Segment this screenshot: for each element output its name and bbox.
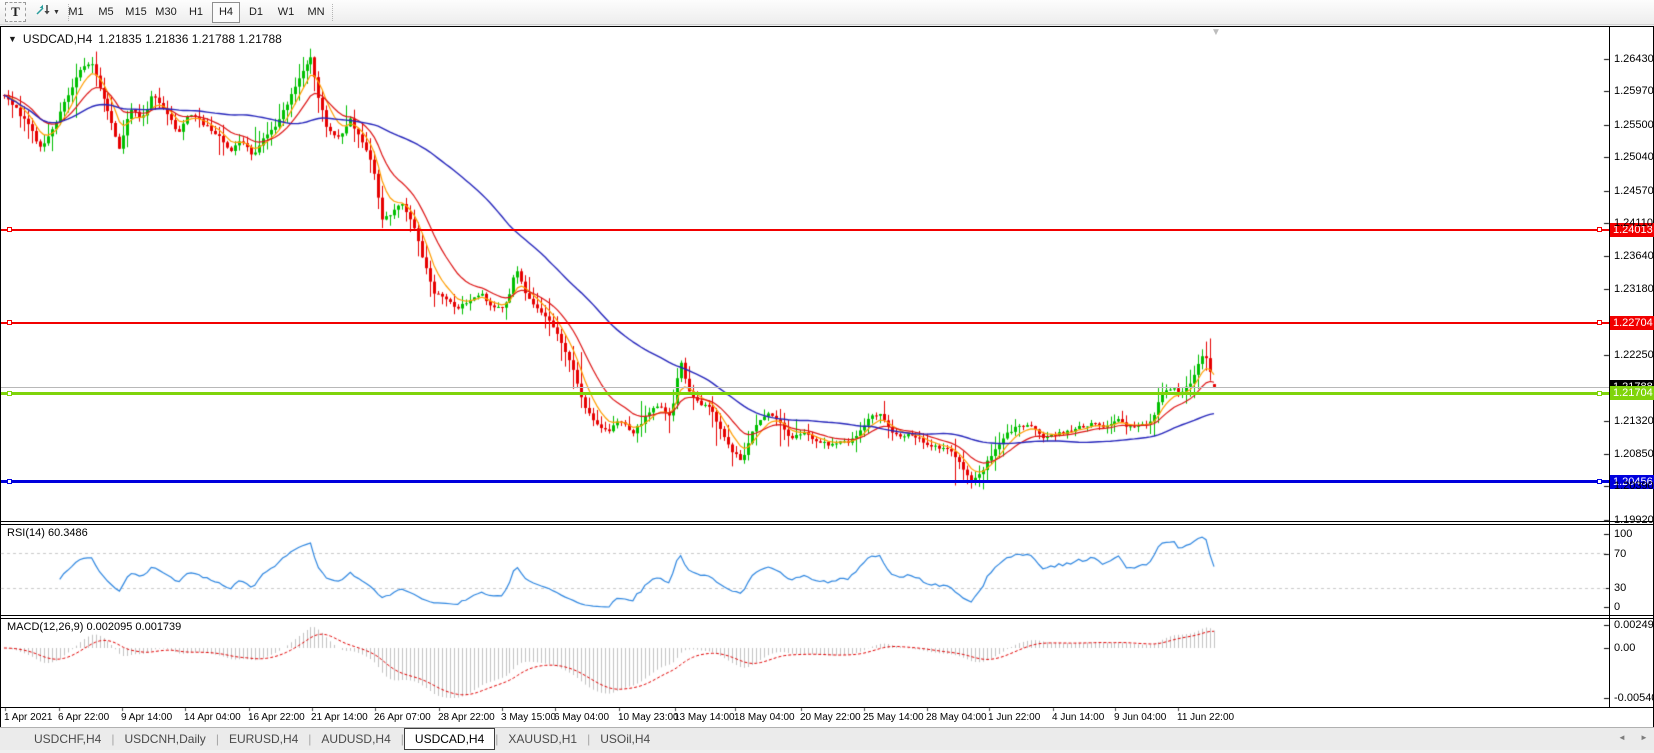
- arrows-icon: [35, 3, 50, 21]
- timeframe-button-mn[interactable]: MN: [302, 2, 330, 23]
- timeframe-button-h4[interactable]: H4: [212, 2, 240, 23]
- text-tool-button[interactable]: T: [5, 2, 26, 22]
- tab-usoil-h4[interactable]: USOil,H4: [590, 728, 660, 750]
- tab-scroll-right-icon[interactable]: ►: [1640, 733, 1648, 742]
- chart-title: ▼ USDCAD,H4 1.21835 1.21836 1.21788 1.21…: [8, 32, 282, 46]
- timeframe-button-m30[interactable]: M30: [152, 2, 180, 23]
- tab-scroll-left-icon[interactable]: ◄: [1618, 733, 1626, 742]
- chart-menu-icon[interactable]: ▼: [8, 34, 17, 44]
- timeframe-button-w1[interactable]: W1: [272, 2, 300, 23]
- arrows-tool-button[interactable]: ▼: [31, 2, 64, 22]
- tab-usdchf-h4[interactable]: USDCHF,H4: [24, 728, 111, 750]
- timeframe-button-h1[interactable]: H1: [182, 2, 210, 23]
- chevron-down-icon: ▼: [53, 9, 60, 16]
- chart-symbol-period: USDCAD,H4: [23, 32, 92, 46]
- macd-indicator-label: MACD(12,26,9) 0.002095 0.001739: [7, 621, 181, 633]
- rsi-indicator-label: RSI(14) 60.3486: [7, 527, 88, 539]
- price-axis[interactable]: [1609, 26, 1654, 708]
- timeframe-button-m1[interactable]: M1: [62, 2, 90, 23]
- tab-usdcad-h4[interactable]: USDCAD,H4: [404, 728, 495, 750]
- chart-tab-bar: USDCHF,H4|USDCNH,Daily|EURUSD,H4|AUDUSD,…: [0, 727, 1654, 750]
- chart-canvas[interactable]: [0, 26, 1654, 716]
- timeframe-button-d1[interactable]: D1: [242, 2, 270, 23]
- timeframe-button-m15[interactable]: M15: [122, 2, 150, 23]
- timeframe-button-m5[interactable]: M5: [92, 2, 120, 23]
- tab-eurusd-h4[interactable]: EURUSD,H4: [219, 728, 308, 750]
- chart-ohlc-values: 1.21835 1.21836 1.21788 1.21788: [98, 32, 282, 46]
- tab-audusd-h4[interactable]: AUDUSD,H4: [311, 728, 400, 750]
- tab-usdcnh-daily[interactable]: USDCNH,Daily: [114, 728, 215, 750]
- toolbar: T ▼ M1M5M15M30H1H4D1W1MN: [0, 0, 1654, 25]
- chart-shift-marker-icon[interactable]: ▼: [1211, 27, 1221, 38]
- toolbar-grip: [332, 4, 334, 21]
- tab-xauusd-h1[interactable]: XAUUSD,H1: [498, 728, 587, 750]
- mt4-workspace: T ▼ M1M5M15M30H1H4D1W1MN ▼ USDCAD,H4 1.2…: [0, 0, 1654, 753]
- time-axis[interactable]: [0, 708, 1609, 726]
